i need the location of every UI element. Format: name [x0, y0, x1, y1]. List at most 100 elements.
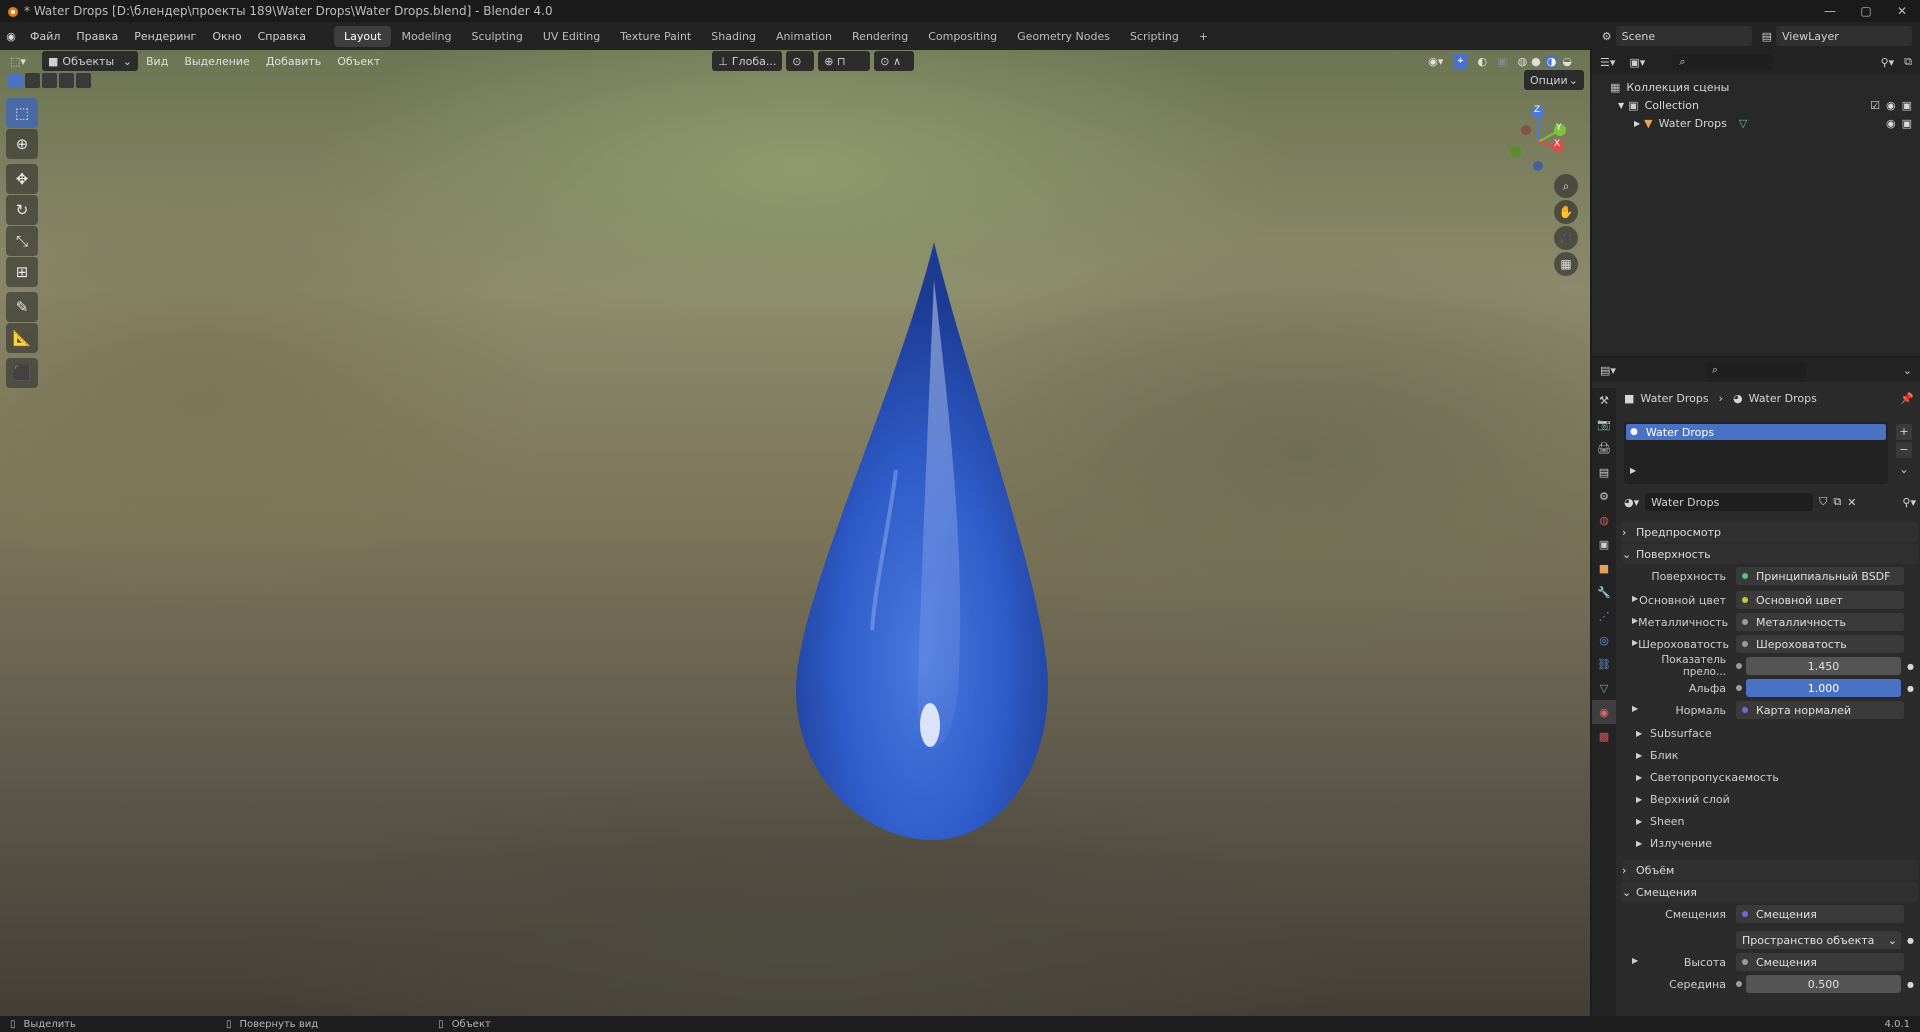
tab-shading[interactable]: Shading [701, 26, 766, 47]
modifier-tab-icon[interactable]: 🔧 [1592, 580, 1616, 604]
material-name-field[interactable]: Water Drops [1645, 493, 1814, 511]
keyframe-dot-icon[interactable]: ● [1907, 936, 1914, 945]
ior-field[interactable]: 1.450 [1746, 657, 1902, 675]
slot-remove-button[interactable]: − [1896, 442, 1912, 458]
render-tab-icon[interactable]: 📷 [1592, 412, 1616, 436]
navigation-gizmo[interactable]: Z Y X [1502, 102, 1572, 172]
expand-arrow-icon[interactable]: ▶ [1632, 956, 1638, 969]
overlay-toggle-icon[interactable]: ◐ [1478, 55, 1488, 68]
data-tab-icon[interactable]: ▽ [1592, 676, 1616, 700]
shading-rendered-icon[interactable]: ◒ [1562, 55, 1572, 68]
roughness-field[interactable]: Шероховатость [1736, 635, 1904, 653]
texture-tab-icon[interactable]: ▩ [1592, 724, 1616, 748]
unlink-icon[interactable]: ✕ [1847, 496, 1856, 509]
world-tab-icon[interactable]: ◍ [1592, 508, 1616, 532]
shading-wireframe-icon[interactable]: ◍ [1518, 55, 1528, 68]
displacement-field[interactable]: Смещения [1736, 905, 1904, 923]
gizmo-toggle-icon[interactable]: ⌖ [1453, 53, 1468, 69]
subpanel-sheen[interactable]: ▶ Sheen [1636, 812, 1916, 830]
blender-menu-icon[interactable]: ◉ [0, 30, 22, 43]
metallic-field[interactable]: Металличность [1736, 613, 1904, 631]
particles-tab-icon[interactable]: ⋰ [1592, 604, 1616, 628]
grid-perspective-icon[interactable]: ▦ [1554, 252, 1578, 276]
render-camera-icon[interactable]: ▣ [1902, 99, 1912, 112]
section-preview[interactable]: › Предпросмотр [1622, 522, 1918, 542]
transform-icon[interactable]: ⊞ [6, 257, 38, 287]
subpanel-specular[interactable]: ▶ Блик [1636, 746, 1916, 764]
menu-help[interactable]: Справка [250, 30, 314, 43]
rotate-icon[interactable]: ↻ [6, 195, 38, 225]
select-extend-icon[interactable] [25, 73, 40, 88]
tool-tab-icon[interactable]: ⚒ [1592, 388, 1616, 412]
add-workspace-button[interactable]: + [1189, 26, 1218, 47]
section-displacement[interactable]: ⌄ Смещения [1622, 882, 1918, 902]
select-new-icon[interactable] [8, 73, 23, 88]
subpanel-transmission[interactable]: ▶ Светопропускаемость [1636, 768, 1916, 786]
pivot-select[interactable]: ⊙ [786, 51, 815, 71]
snap-toggle[interactable]: ⊕ ⊓ [818, 51, 871, 71]
pin-icon[interactable]: 📌 [1900, 392, 1914, 405]
move-icon[interactable]: ✥ [6, 164, 38, 194]
fake-user-icon[interactable]: ⛉ [1819, 495, 1827, 509]
camera-icon[interactable]: 🎥 [1554, 226, 1578, 250]
scene-tab-icon[interactable]: ⚙ [1592, 484, 1616, 508]
properties-search-input[interactable]: ⌕ [1705, 362, 1806, 378]
view-layer-field[interactable]: ViewLayer [1776, 26, 1912, 46]
keyframe-dot-icon[interactable]: ● [1907, 662, 1914, 671]
menu-window[interactable]: Окно [204, 30, 249, 43]
outliner-scene-collection[interactable]: ▦ Коллекция сцены [1592, 78, 1920, 96]
section-volume[interactable]: › Объём [1622, 860, 1918, 880]
zoom-icon[interactable]: ⌕ [1554, 174, 1578, 198]
outliner-search-input[interactable]: ⌕ [1673, 54, 1774, 70]
expand-arrow-icon[interactable]: ▶ [1630, 466, 1636, 475]
subpanel-subsurface[interactable]: ▶ Subsurface [1636, 724, 1916, 742]
outliner-object-row[interactable]: ▶ ▼ Water Drops ▽ ◉ ▣ [1592, 114, 1920, 132]
visibility-eye-icon[interactable]: ◉ [1886, 99, 1896, 112]
editor-type-icon[interactable]: ⬚▾ [10, 55, 36, 68]
base-color-field[interactable]: Основной цвет [1736, 591, 1904, 609]
surface-shader-field[interactable]: Принципиальный BSDF [1736, 567, 1904, 585]
select-box-icon[interactable]: ⬚ [6, 98, 38, 128]
menu-edit[interactable]: Правка [68, 30, 126, 43]
tab-layout[interactable]: Layout [334, 25, 392, 47]
tab-sculpting[interactable]: Sculpting [462, 26, 533, 47]
tab-compositing[interactable]: Compositing [918, 26, 1007, 47]
properties-editor-icon[interactable]: ▤▾ [1600, 364, 1616, 377]
tab-geometry-nodes[interactable]: Geometry Nodes [1007, 26, 1120, 47]
add-cube-icon[interactable]: ⬛ [6, 358, 38, 388]
new-collection-icon[interactable]: ⧉ [1904, 55, 1912, 69]
menu-view[interactable]: Вид [138, 55, 176, 68]
scene-field[interactable]: Scene [1615, 26, 1752, 46]
tab-uv-editing[interactable]: UV Editing [533, 26, 610, 47]
filter-icon[interactable]: ⚲▾ [1881, 56, 1895, 69]
shading-material-icon[interactable]: ◑ [1544, 54, 1559, 68]
exclude-checkbox-icon[interactable]: ☑ [1870, 99, 1880, 112]
material-tab-icon[interactable]: ◉ [1592, 700, 1616, 724]
display-mode-icon[interactable]: ▣▾ [1629, 56, 1645, 69]
outliner-editor-icon[interactable]: ☰▾ [1600, 56, 1615, 69]
menu-file[interactable]: Файл [22, 30, 68, 43]
tab-rendering[interactable]: Rendering [842, 26, 918, 47]
tab-texture-paint[interactable]: Texture Paint [610, 26, 701, 47]
render-camera-icon[interactable]: ▣ [1902, 117, 1912, 130]
minimize-icon[interactable]: — [1812, 4, 1848, 18]
cursor-icon[interactable]: ⊕ [6, 129, 38, 159]
constraints-tab-icon[interactable]: ⛓ [1592, 652, 1616, 676]
keyframe-dot-icon[interactable]: ● [1907, 684, 1914, 693]
expand-arrow-icon[interactable]: ▶ [1632, 594, 1638, 607]
slot-specials-icon[interactable]: ⌄ [1896, 462, 1912, 478]
transform-orientation-select[interactable]: ⊥ Глоба... [712, 51, 783, 71]
output-tab-icon[interactable]: 🖨 [1592, 436, 1616, 460]
pan-hand-icon[interactable]: ✋ [1554, 200, 1578, 224]
mode-select[interactable]: ■ Объекты ⌄ [42, 51, 138, 71]
viewport-3d[interactable]: Z Y X ⌕ ✋ 🎥 ▦ [0, 50, 1590, 1016]
visibility-eye-icon[interactable]: ◉ [1886, 117, 1896, 130]
menu-select[interactable]: Выделение [176, 55, 258, 68]
height-field[interactable]: Смещения [1736, 953, 1904, 971]
menu-add[interactable]: Добавить [258, 55, 329, 68]
subpanel-emission[interactable]: ▶ Излучение [1636, 834, 1916, 852]
measure-icon[interactable]: 📐 [6, 323, 38, 353]
keyframe-dot-icon[interactable]: ● [1907, 980, 1914, 989]
menu-object[interactable]: Объект [329, 55, 388, 68]
midlevel-field[interactable]: 0.500 [1746, 975, 1902, 993]
